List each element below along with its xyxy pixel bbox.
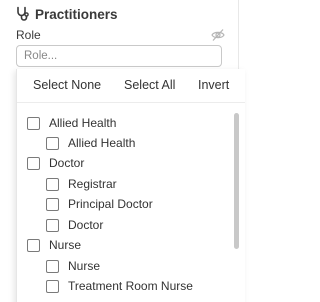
checkbox[interactable] [46, 218, 59, 232]
option-label: Allied Health [68, 136, 136, 150]
option-label: Registrar [68, 177, 117, 191]
option-doctor[interactable]: Doctor [46, 217, 103, 233]
option-nurse-group[interactable]: Nurse [27, 237, 81, 253]
option-nurse[interactable]: Nurse [46, 258, 100, 274]
option-label: Doctor [68, 218, 104, 232]
option-principal-doctor[interactable]: Principal Doctor [46, 196, 153, 212]
scrollbar-track[interactable] [234, 109, 239, 302]
invert-button[interactable]: Invert [198, 78, 229, 92]
role-input[interactable] [16, 45, 222, 67]
section-title: Practitioners [35, 6, 118, 22]
checkbox[interactable] [46, 136, 59, 150]
checkbox[interactable] [46, 197, 59, 211]
option-registrar[interactable]: Registrar [46, 176, 117, 192]
option-label: Nurse [49, 238, 82, 252]
role-label-row: Role [16, 27, 225, 43]
select-none-button[interactable]: Select None [33, 78, 101, 92]
scrollbar-thumb[interactable] [234, 113, 239, 249]
dropdown-actions: Select None Select All Invert [17, 69, 245, 103]
option-label: Allied Health [49, 116, 117, 130]
option-doctor-group[interactable]: Doctor [27, 155, 84, 171]
option-allied-health-group[interactable]: Allied Health [27, 115, 116, 131]
checkbox[interactable] [46, 259, 59, 273]
option-label: Doctor [49, 156, 85, 170]
checkbox[interactable] [27, 116, 40, 130]
checkbox[interactable] [27, 156, 40, 170]
option-label: Principal Doctor [68, 197, 153, 211]
option-label: Treatment Room Nurse [68, 279, 193, 293]
stethoscope-icon [16, 6, 30, 22]
checkbox[interactable] [27, 238, 40, 252]
eye-off-icon[interactable] [211, 28, 225, 42]
option-label: Nurse [68, 259, 101, 273]
checkbox[interactable] [46, 279, 59, 293]
section-header: Practitioners [16, 5, 118, 23]
select-all-button[interactable]: Select All [124, 78, 175, 92]
checkbox[interactable] [46, 177, 59, 191]
option-treatment-room-nurse[interactable]: Treatment Room Nurse [46, 278, 193, 294]
role-dropdown: Select None Select All Invert Allied Hea… [16, 69, 245, 302]
option-allied-health[interactable]: Allied Health [46, 135, 135, 151]
role-label: Role [16, 28, 41, 42]
